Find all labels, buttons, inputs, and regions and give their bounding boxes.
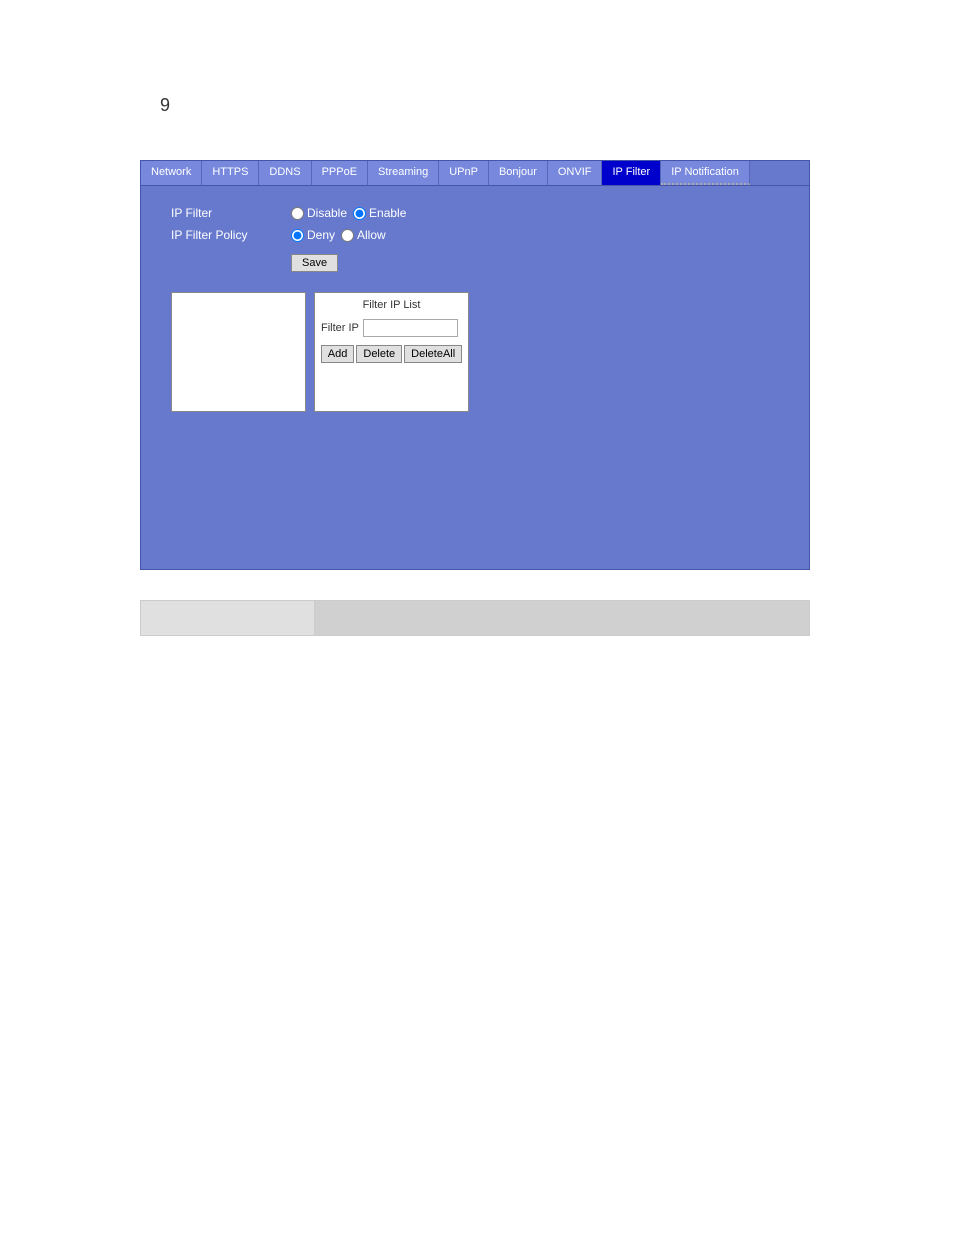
tab-upnp[interactable]: UPnP (439, 161, 489, 185)
ip-filter-row: IP Filter Disable Enable (171, 206, 779, 220)
ip-filter-label: IP Filter (171, 206, 291, 220)
policy-allow-radio[interactable] (341, 229, 354, 242)
bottom-bar-right (315, 600, 810, 636)
filter-ip-row: Filter IP (321, 319, 462, 337)
page-number: 9 (160, 95, 170, 116)
tab-ipnotification[interactable]: IP Notification (661, 161, 750, 185)
tab-pppoe[interactable]: PPPoE (312, 161, 368, 185)
ip-filter-enable-text: Enable (369, 206, 406, 220)
tab-onvif[interactable]: ONVIF (548, 161, 603, 185)
ip-filter-policy-label: IP Filter Policy (171, 228, 291, 242)
ip-filter-policy-row: IP Filter Policy Deny Allow (171, 228, 779, 242)
bottom-bar (140, 600, 810, 636)
filter-ip-title: Filter IP List (363, 299, 421, 311)
ip-filter-enable-radio[interactable] (353, 207, 366, 220)
save-button[interactable]: Save (291, 254, 338, 272)
delete-button[interactable]: Delete (356, 345, 402, 363)
ip-filter-disable-radio[interactable] (291, 207, 304, 220)
bottom-bar-left (140, 600, 315, 636)
filter-ip-input[interactable] (363, 319, 458, 337)
tab-ddns[interactable]: DDNS (259, 161, 311, 185)
main-panel: Network HTTPS DDNS PPPoE Streaming UPnP … (140, 160, 810, 570)
tab-bar: Network HTTPS DDNS PPPoE Streaming UPnP … (141, 161, 809, 186)
filter-buttons: Add Delete DeleteAll (321, 345, 462, 363)
filter-container: Filter IP List Filter IP Add Delete Dele… (171, 292, 779, 412)
tab-network[interactable]: Network (141, 161, 202, 185)
tab-bonjour[interactable]: Bonjour (489, 161, 548, 185)
policy-deny-radio[interactable] (291, 229, 304, 242)
filter-ip-panel: Filter IP List Filter IP Add Delete Dele… (314, 292, 469, 412)
filter-ip-field-label: Filter IP (321, 322, 359, 334)
ip-filter-disable-text: Disable (307, 206, 347, 220)
save-row: Save (171, 250, 779, 272)
tab-https[interactable]: HTTPS (202, 161, 259, 185)
ip-filter-radio-group: Disable Enable (291, 206, 406, 220)
ip-list-box (171, 292, 306, 412)
ip-filter-disable-label[interactable]: Disable (291, 206, 347, 220)
policy-deny-text: Deny (307, 228, 335, 242)
tab-streaming[interactable]: Streaming (368, 161, 439, 185)
ip-filter-enable-label[interactable]: Enable (353, 206, 406, 220)
tab-ipfilter[interactable]: IP Filter (602, 161, 661, 185)
content-area: IP Filter Disable Enable IP Filter Polic… (141, 186, 809, 432)
policy-deny-label[interactable]: Deny (291, 228, 335, 242)
policy-allow-text: Allow (357, 228, 386, 242)
ip-filter-policy-radio-group: Deny Allow (291, 228, 386, 242)
deleteall-button[interactable]: DeleteAll (404, 345, 462, 363)
policy-allow-label[interactable]: Allow (341, 228, 386, 242)
add-button[interactable]: Add (321, 345, 355, 363)
